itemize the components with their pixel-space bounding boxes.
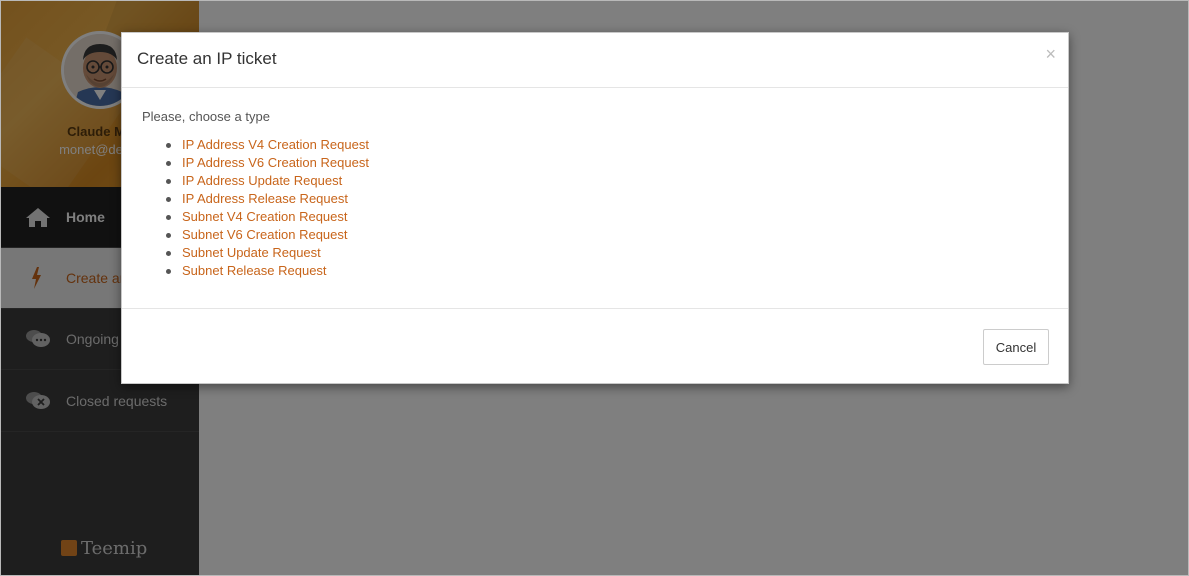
dialog-body: Please, choose a type IP Address V4 Crea… — [122, 88, 1068, 309]
list-item: IP Address Release Request — [142, 190, 369, 208]
list-item: Subnet V6 Creation Request — [142, 226, 369, 244]
type-link-subnet-release[interactable]: Subnet Release Request — [182, 263, 327, 278]
type-list: IP Address V4 Creation Request IP Addres… — [142, 136, 369, 280]
type-link-ip-update[interactable]: IP Address Update Request — [182, 173, 342, 188]
type-link-ipv4-creation[interactable]: IP Address V4 Creation Request — [182, 137, 369, 152]
type-link-ip-release[interactable]: IP Address Release Request — [182, 191, 348, 206]
type-link-subnet-update[interactable]: Subnet Update Request — [182, 245, 321, 260]
list-item: Subnet Update Request — [142, 244, 369, 262]
type-link-ipv6-creation[interactable]: IP Address V6 Creation Request — [182, 155, 369, 170]
cancel-button[interactable]: Cancel — [983, 329, 1049, 365]
type-link-subnet-v6-creation[interactable]: Subnet V6 Creation Request — [182, 227, 348, 242]
list-item: Subnet V4 Creation Request — [142, 208, 369, 226]
list-item: IP Address Update Request — [142, 172, 369, 190]
type-link-subnet-v4-creation[interactable]: Subnet V4 Creation Request — [182, 209, 348, 224]
dialog-title: Create an IP ticket — [137, 49, 277, 68]
app-window: Claude Mo monet@demo Home Create an — [0, 0, 1189, 576]
close-icon[interactable]: × — [1045, 45, 1056, 63]
list-item: Subnet Release Request — [142, 262, 369, 280]
list-item: IP Address V4 Creation Request — [142, 136, 369, 154]
create-ticket-dialog: Create an IP ticket × Please, choose a t… — [121, 32, 1069, 384]
dialog-footer: Cancel — [122, 309, 1068, 383]
dialog-header: Create an IP ticket × — [122, 33, 1068, 88]
list-item: IP Address V6 Creation Request — [142, 154, 369, 172]
type-prompt: Please, choose a type — [142, 109, 270, 124]
